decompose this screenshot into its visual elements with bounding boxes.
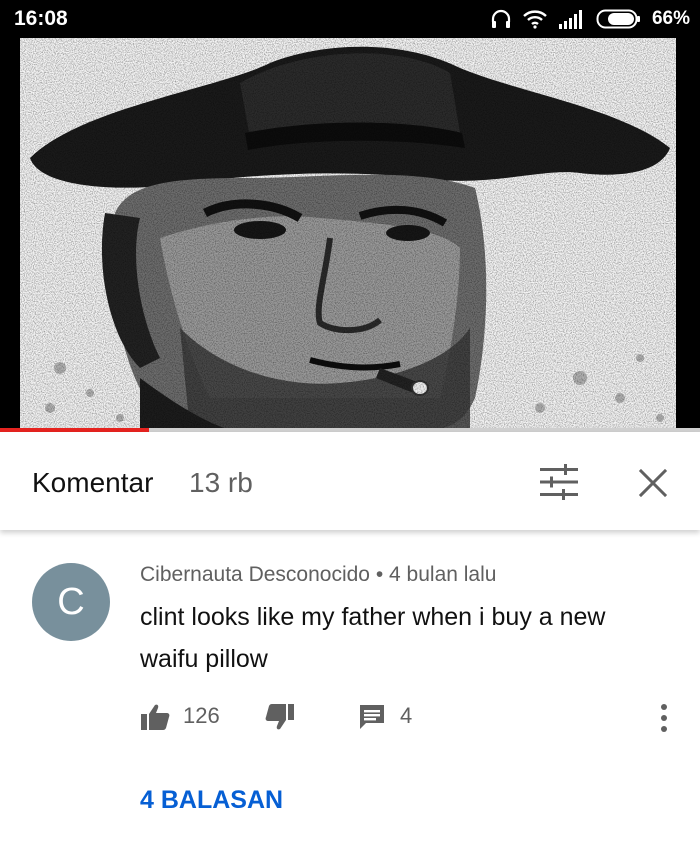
battery-percent: 66% (651, 8, 690, 29)
avatar-letter: C (57, 581, 85, 623)
like-button[interactable] (140, 700, 170, 734)
comments-header: Komentar 13 rb (0, 432, 700, 530)
view-replies-link[interactable]: 4 BALASAN (140, 786, 283, 815)
close-icon[interactable] (635, 465, 671, 501)
comment-meta: Cibernauta Desconocido • 4 bulan lalu (140, 563, 496, 587)
wifi-icon (523, 10, 547, 29)
status-time: 16:08 (14, 7, 68, 30)
comments-count: 13 rb (189, 467, 253, 498)
video-thumbnail (20, 38, 676, 431)
meta-separator: • (375, 563, 384, 586)
reply-button[interactable] (358, 700, 386, 734)
comment-time: 4 bulan lalu (389, 563, 497, 586)
status-icons: 66% (490, 6, 690, 32)
dislike-button[interactable] (265, 700, 295, 734)
comment-icon (360, 705, 384, 729)
more-options-icon[interactable] (652, 701, 676, 735)
headphones-icon (491, 9, 511, 28)
like-count: 126 (183, 703, 220, 728)
comment-text: clint looks like my father when i buy a … (140, 603, 606, 673)
filter-sort-icon[interactable] (538, 464, 580, 500)
avatar[interactable]: C (32, 563, 110, 641)
status-bar: 16:08 66% (0, 0, 700, 38)
comment-author[interactable]: Cibernauta Desconocido (140, 563, 370, 586)
reply-count: 4 (400, 703, 413, 728)
thumbs-down-icon (265, 704, 294, 730)
battery-icon (596, 9, 640, 29)
signal-icon (558, 10, 582, 29)
comments-title: Komentar (32, 467, 154, 498)
thumbs-up-icon (141, 704, 170, 730)
video-player[interactable] (0, 38, 700, 431)
